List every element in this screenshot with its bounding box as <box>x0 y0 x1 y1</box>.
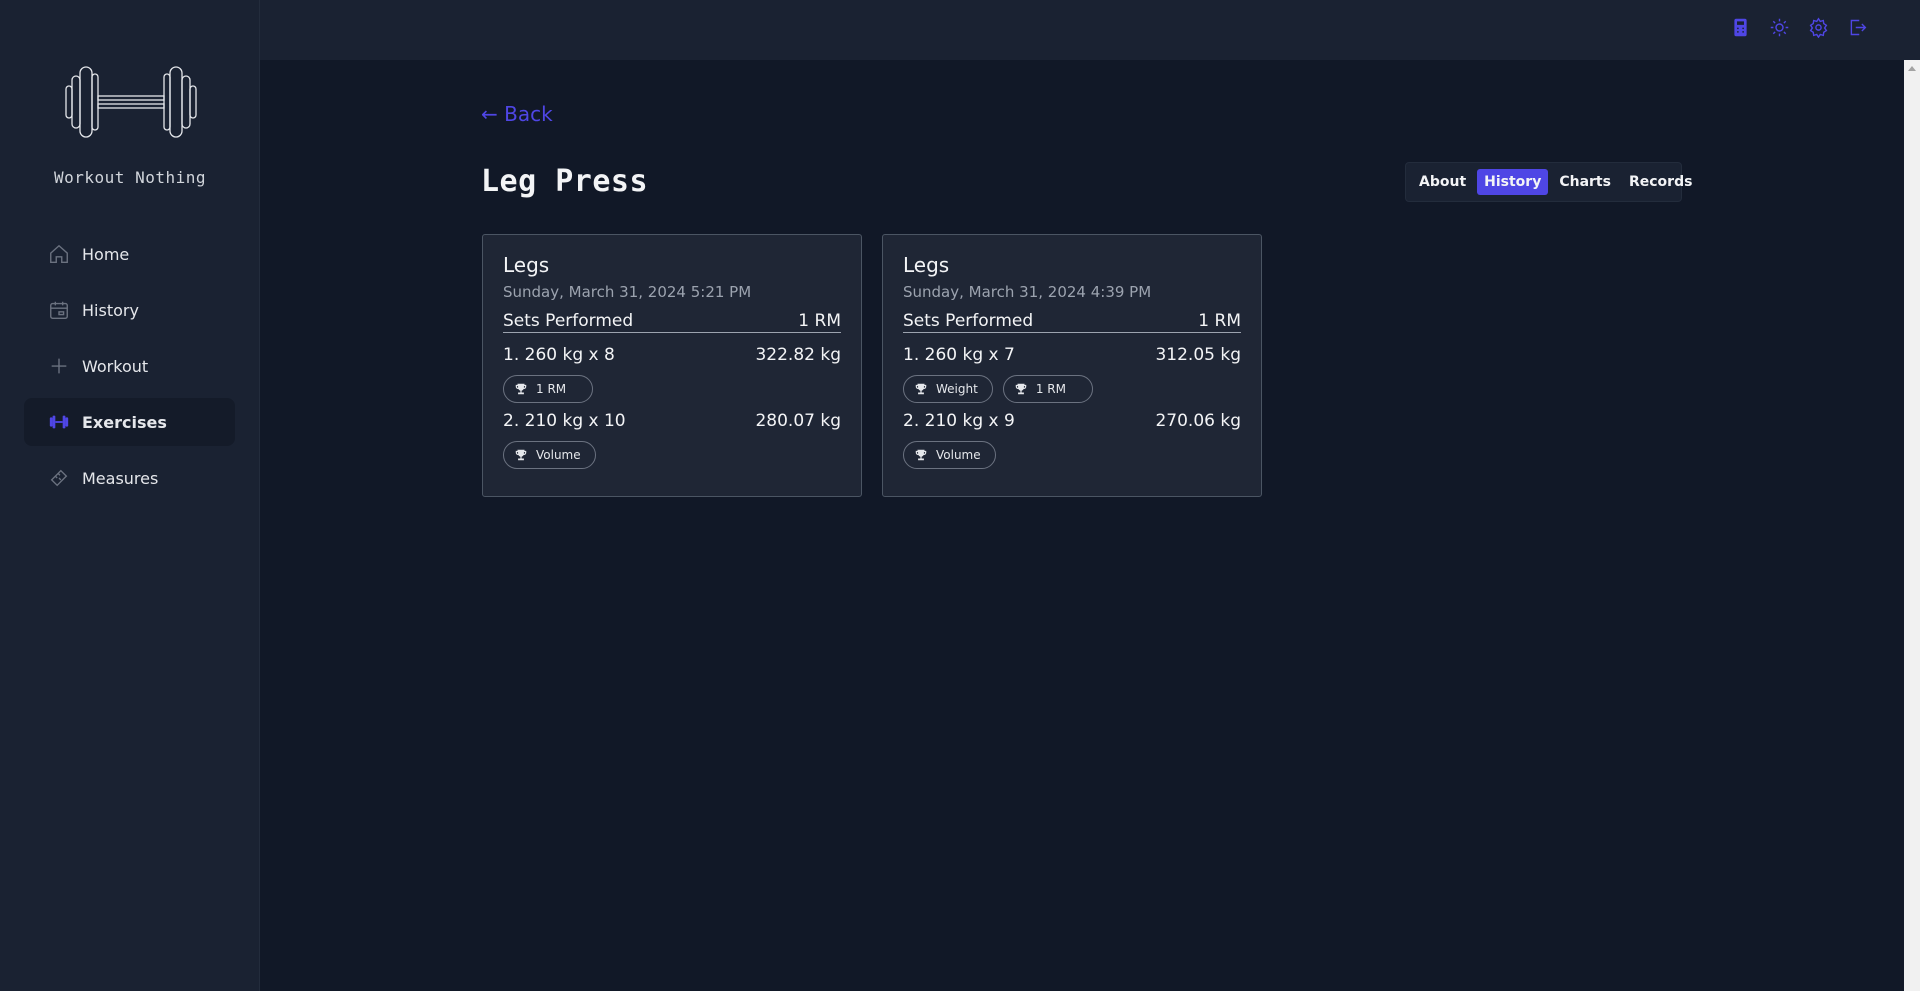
scroll-up-arrow-icon[interactable] <box>1908 66 1916 71</box>
workout-history-card: Legs Sunday, March 31, 2024 4:39 PM Sets… <box>882 234 1262 497</box>
scrollbar[interactable] <box>1904 60 1920 991</box>
record-badges: Weight 1 RM <box>903 375 1241 403</box>
sidebar-item-exercises[interactable]: Exercises <box>24 398 235 446</box>
sets-header-label: Sets Performed <box>503 311 634 331</box>
exercise-tabs: About History Charts Records <box>1405 162 1692 202</box>
home-icon <box>48 243 70 265</box>
sidebar-item-history[interactable]: History <box>24 286 235 334</box>
dumbbell-logo-icon <box>65 66 197 138</box>
sidebar-item-home[interactable]: Home <box>24 230 235 278</box>
tab-charts[interactable]: Charts <box>1552 169 1618 195</box>
trophy-icon <box>915 449 927 461</box>
dumbbell-icon <box>48 411 70 433</box>
record-badge: Weight <box>903 375 993 403</box>
sets-header: Sets Performed 1 RM <box>503 311 841 333</box>
trophy-icon <box>915 383 927 395</box>
set-row: 2. 210 kg x 10 280.07 kg <box>503 411 841 431</box>
tab-about[interactable]: About <box>1412 169 1473 195</box>
record-badges: Volume <box>903 441 1241 469</box>
set-row: 2. 210 kg x 9 270.06 kg <box>903 411 1241 431</box>
ruler-icon <box>48 467 70 489</box>
sun-icon[interactable] <box>1769 17 1790 38</box>
tab-records[interactable]: Records <box>1622 169 1699 195</box>
trophy-icon <box>515 383 527 395</box>
set-one-rm: 280.07 kg <box>755 411 841 431</box>
one-rm-header: 1 RM <box>1198 311 1241 331</box>
set-row: 1. 260 kg x 7 312.05 kg <box>903 345 1241 365</box>
app-root: Workout Nothing Home History Workout Exe… <box>0 0 1920 991</box>
workout-history-card: Legs Sunday, March 31, 2024 5:21 PM Sets… <box>482 234 862 497</box>
sidebar: Workout Nothing Home History Workout Exe… <box>0 0 260 991</box>
sets-header: Sets Performed 1 RM <box>903 311 1241 333</box>
set-one-rm: 322.82 kg <box>755 345 841 365</box>
logout-icon[interactable] <box>1847 17 1868 38</box>
one-rm-header: 1 RM <box>798 311 841 331</box>
set-label: 1. 260 kg x 7 <box>903 345 1015 365</box>
trophy-icon <box>515 449 527 461</box>
sidebar-item-label: Measures <box>82 468 159 488</box>
set-label: 1. 260 kg x 8 <box>503 345 615 365</box>
record-badge: Volume <box>903 441 996 469</box>
record-badges: 1 RM <box>503 375 841 403</box>
record-badge: Volume <box>503 441 596 469</box>
calculator-icon[interactable] <box>1730 17 1751 38</box>
tab-history[interactable]: History <box>1477 169 1549 195</box>
record-badge-label: Volume <box>936 448 981 462</box>
workout-date: Sunday, March 31, 2024 4:39 PM <box>903 283 1152 301</box>
topbar-actions <box>1730 17 1868 38</box>
record-badge: 1 RM <box>1002 375 1093 403</box>
brand-name: Workout Nothing <box>54 168 206 187</box>
set-row: 1. 260 kg x 8 322.82 kg <box>503 345 841 365</box>
record-badge-label: Weight <box>936 382 978 396</box>
record-badge-label: Volume <box>536 448 581 462</box>
workout-title: Legs <box>903 253 950 277</box>
set-one-rm: 312.05 kg <box>1155 345 1241 365</box>
sets-header-label: Sets Performed <box>903 311 1034 331</box>
record-badges: Volume <box>503 441 841 469</box>
set-label: 2. 210 kg x 10 <box>503 411 626 431</box>
topbar <box>260 0 1920 60</box>
sidebar-item-label: Workout <box>82 356 149 376</box>
trophy-icon <box>1015 383 1027 395</box>
workout-title: Legs <box>503 253 550 277</box>
back-link[interactable]: ← Back <box>481 102 553 126</box>
sidebar-item-label: Home <box>82 244 130 264</box>
workout-date: Sunday, March 31, 2024 5:21 PM <box>503 283 752 301</box>
sidebar-item-label: History <box>82 300 139 320</box>
record-badge: 1 RM <box>503 375 593 403</box>
plus-icon <box>48 355 70 377</box>
sidebar-item-measures[interactable]: Measures <box>24 454 235 502</box>
gear-icon[interactable] <box>1808 17 1829 38</box>
calendar-icon <box>48 299 70 321</box>
record-badge-label: 1 RM <box>536 382 567 396</box>
set-one-rm: 270.06 kg <box>1155 411 1241 431</box>
sidebar-nav: Home History Workout Exercises Measures <box>24 230 235 510</box>
page-title: Leg Press <box>481 164 649 199</box>
sidebar-item-workout[interactable]: Workout <box>24 342 235 390</box>
sidebar-item-label: Exercises <box>82 412 167 432</box>
set-label: 2. 210 kg x 9 <box>903 411 1015 431</box>
record-badge-label: 1 RM <box>1035 382 1066 396</box>
